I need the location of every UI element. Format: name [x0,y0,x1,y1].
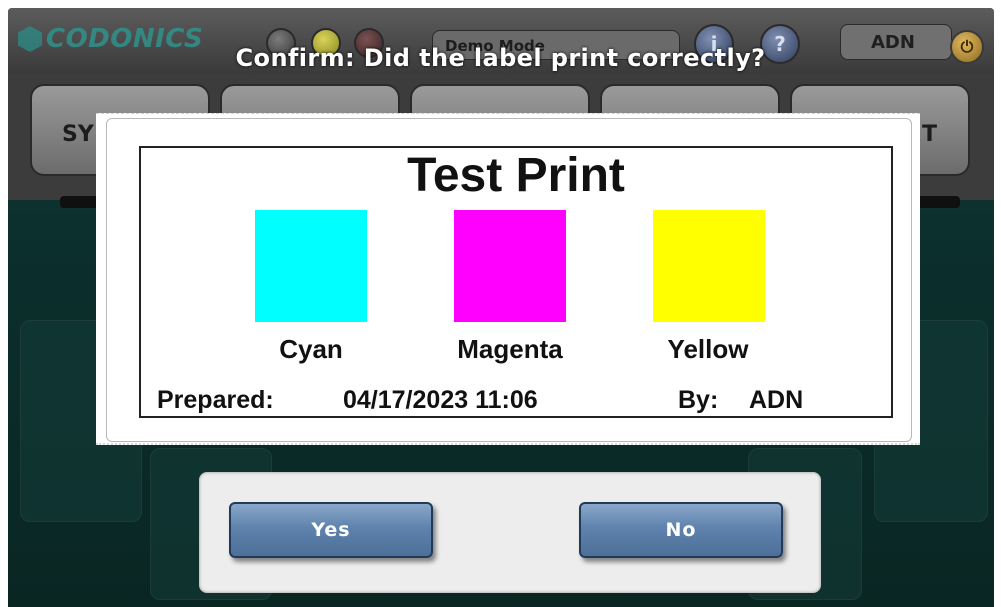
cyan-label: Cyan [279,334,343,364]
prepared-label: Prepared: [157,386,274,414]
test-print-title: Test Print [407,149,625,202]
by-user: ADN [749,386,804,414]
by-label: By: [678,386,719,414]
yes-button[interactable]: Yes [229,502,433,558]
cyan-swatch [255,210,367,322]
magenta-swatch [454,210,566,322]
no-button[interactable]: No [579,502,783,558]
prepared-date: 04/17/2023 11:06 [343,386,538,414]
yellow-label: Yellow [667,334,749,364]
confirm-dialog-title: Confirm: Did the label print correctly? [235,44,766,72]
magenta-label: Magenta [457,334,563,364]
yellow-swatch [653,210,765,322]
